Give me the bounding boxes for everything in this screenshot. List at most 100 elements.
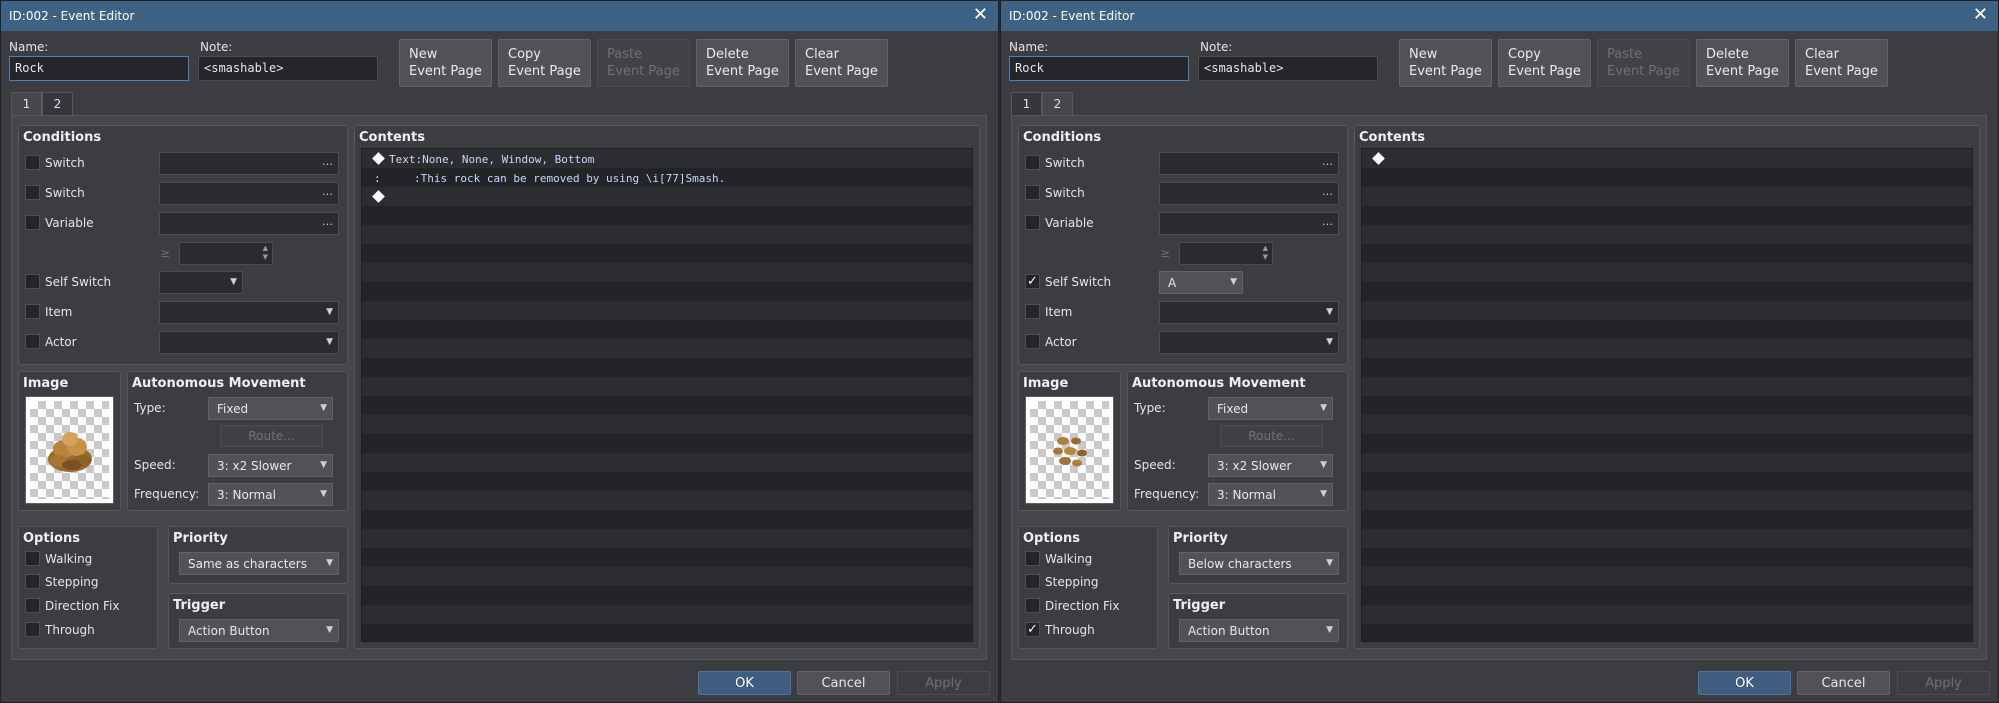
variable-select[interactable]: … — [159, 212, 339, 235]
copy-event-page-button[interactable]: Copy Event Page — [1498, 39, 1591, 87]
frequency-select[interactable]: 3: Normal ▼ — [208, 483, 333, 506]
close-icon[interactable]: ✕ — [973, 6, 988, 24]
chevron-down-icon: ▼ — [320, 489, 327, 499]
tab-page-2[interactable]: 2 — [42, 92, 73, 115]
cancel-button[interactable]: Cancel — [797, 671, 890, 695]
through-checkbox[interactable]: ✓ — [1025, 622, 1040, 637]
self-switch-checkbox[interactable] — [25, 274, 40, 289]
item-checkbox[interactable] — [25, 304, 40, 319]
spinner-arrows-icon: ▲ ▼ — [262, 244, 268, 261]
self-switch-label: Self Switch — [1045, 275, 1112, 289]
speed-select[interactable]: 3: x2 Slower ▼ — [208, 454, 333, 477]
conditions-title: Conditions — [23, 130, 102, 145]
tab-page-1[interactable]: 1 — [1011, 92, 1042, 115]
chevron-down-icon: ▼ — [1326, 307, 1333, 317]
walking-checkbox[interactable] — [25, 551, 40, 566]
frequency-select[interactable]: 3: Normal ▼ — [1208, 483, 1333, 506]
autonomous-movement-group: Autonomous Movement Type: Fixed ▼ Route..… — [1127, 371, 1348, 511]
trigger-select[interactable]: Action Button ▼ — [1179, 619, 1339, 642]
paste-event-page-button[interactable]: Paste Event Page — [597, 39, 690, 87]
note-input[interactable]: <smashable> — [198, 56, 378, 81]
copy-event-page-button[interactable]: Copy Event Page — [498, 39, 591, 87]
switch1-checkbox[interactable] — [1025, 155, 1040, 170]
route-button[interactable]: Route... — [1220, 425, 1323, 447]
name-input[interactable]: Rock — [9, 56, 189, 81]
rock-sprite-icon — [48, 432, 92, 472]
new-event-page-button[interactable]: New Event Page — [1399, 39, 1492, 87]
through-checkbox[interactable] — [25, 622, 40, 637]
command-row[interactable]: ::This rock can be removed by using \i[7… — [374, 172, 725, 185]
tab-page-1[interactable]: 1 — [11, 92, 42, 116]
frequency-value: 3: Normal — [217, 488, 276, 502]
switch1-select[interactable]: … — [1159, 152, 1339, 175]
walking-checkbox[interactable] — [1025, 551, 1040, 566]
delete-event-page-button[interactable]: Delete Event Page — [1696, 39, 1789, 87]
direction-fix-checkbox[interactable] — [1025, 598, 1040, 613]
priority-title: Priority — [173, 531, 228, 546]
actor-select[interactable]: ▼ — [1159, 331, 1339, 354]
variable-checkbox[interactable] — [1025, 215, 1040, 230]
switch1-select[interactable]: … — [159, 152, 339, 175]
switch2-select[interactable]: … — [159, 182, 339, 205]
switch2-select[interactable]: … — [1159, 182, 1339, 205]
close-icon[interactable]: ✕ — [1973, 6, 1988, 24]
event-image-preview[interactable] — [25, 396, 114, 504]
command-row[interactable]: Text:None, None, Window, Bottom — [372, 152, 594, 166]
image-title: Image — [23, 376, 69, 391]
variable-checkbox[interactable] — [25, 215, 40, 230]
actor-checkbox[interactable] — [1025, 334, 1040, 349]
cancel-button[interactable]: Cancel — [1797, 671, 1890, 695]
apply-button[interactable]: Apply — [1897, 671, 1990, 695]
variable-value-spinner[interactable]: ▲ ▼ — [179, 242, 273, 265]
ok-button[interactable]: OK — [1698, 671, 1791, 695]
trigger-select[interactable]: Action Button ▼ — [179, 619, 339, 642]
tab-page-2[interactable]: 2 — [1042, 92, 1073, 116]
paste-event-page-button[interactable]: Paste Event Page — [1597, 39, 1690, 87]
speed-select[interactable]: 3: x2 Slower ▼ — [1208, 454, 1333, 477]
movement-type-select[interactable]: Fixed ▼ — [1208, 397, 1333, 420]
clear-event-page-button[interactable]: Clear Event Page — [1795, 39, 1888, 87]
event-command-list[interactable] — [1361, 148, 1973, 642]
variable-value-spinner[interactable]: ▲ ▼ — [1179, 242, 1273, 265]
stepping-checkbox[interactable] — [25, 574, 40, 589]
button-line: New — [1409, 47, 1438, 62]
route-button[interactable]: Route... — [220, 425, 323, 447]
switch1-checkbox[interactable] — [25, 155, 40, 170]
item-checkbox[interactable] — [1025, 304, 1040, 319]
switch2-checkbox[interactable] — [25, 185, 40, 200]
command-row-end[interactable] — [1372, 152, 1389, 166]
direction-fix-checkbox[interactable] — [25, 598, 40, 613]
image-title: Image — [1023, 376, 1069, 391]
command-separator: : — [414, 172, 421, 185]
event-image-preview[interactable] — [1025, 396, 1114, 504]
variable-select[interactable]: … — [1159, 212, 1339, 235]
name-input[interactable]: Rock — [1009, 56, 1189, 81]
item-select[interactable]: ▼ — [1159, 301, 1339, 324]
priority-select[interactable]: Same as characters ▼ — [179, 552, 339, 575]
priority-select[interactable]: Below characters ▼ — [1179, 552, 1339, 575]
note-input[interactable]: <smashable> — [1198, 56, 1378, 81]
ok-button[interactable]: OK — [698, 671, 791, 695]
actor-select[interactable]: ▼ — [159, 331, 339, 354]
event-command-list[interactable]: Text:None, None, Window, Bottom ::This r… — [361, 148, 973, 642]
chevron-down-icon: ▼ — [320, 460, 327, 470]
clear-event-page-button[interactable]: Clear Event Page — [795, 39, 888, 87]
command-row-end[interactable] — [372, 190, 389, 204]
new-event-page-button[interactable]: New Event Page — [399, 39, 492, 87]
actor-label: Actor — [45, 335, 77, 349]
movement-type-select[interactable]: Fixed ▼ — [208, 397, 333, 420]
speed-label: Speed: — [134, 458, 176, 472]
stepping-checkbox[interactable] — [1025, 574, 1040, 589]
actor-checkbox[interactable] — [25, 334, 40, 349]
apply-button[interactable]: Apply — [897, 671, 990, 695]
self-switch-checkbox[interactable]: ✓ — [1025, 274, 1040, 289]
options-group: Options Walking Stepping Direction Fix T… — [18, 526, 158, 649]
direction-fix-label: Direction Fix — [45, 599, 120, 613]
options-group: Options Walking Stepping Direction Fix ✓… — [1018, 526, 1158, 649]
self-switch-select[interactable]: ▼ — [159, 271, 243, 294]
self-switch-select[interactable]: A ▼ — [1159, 271, 1243, 294]
switch2-checkbox[interactable] — [1025, 185, 1040, 200]
delete-event-page-button[interactable]: Delete Event Page — [696, 39, 789, 87]
item-select[interactable]: ▼ — [159, 301, 339, 324]
contents-title: Contents — [359, 130, 425, 145]
